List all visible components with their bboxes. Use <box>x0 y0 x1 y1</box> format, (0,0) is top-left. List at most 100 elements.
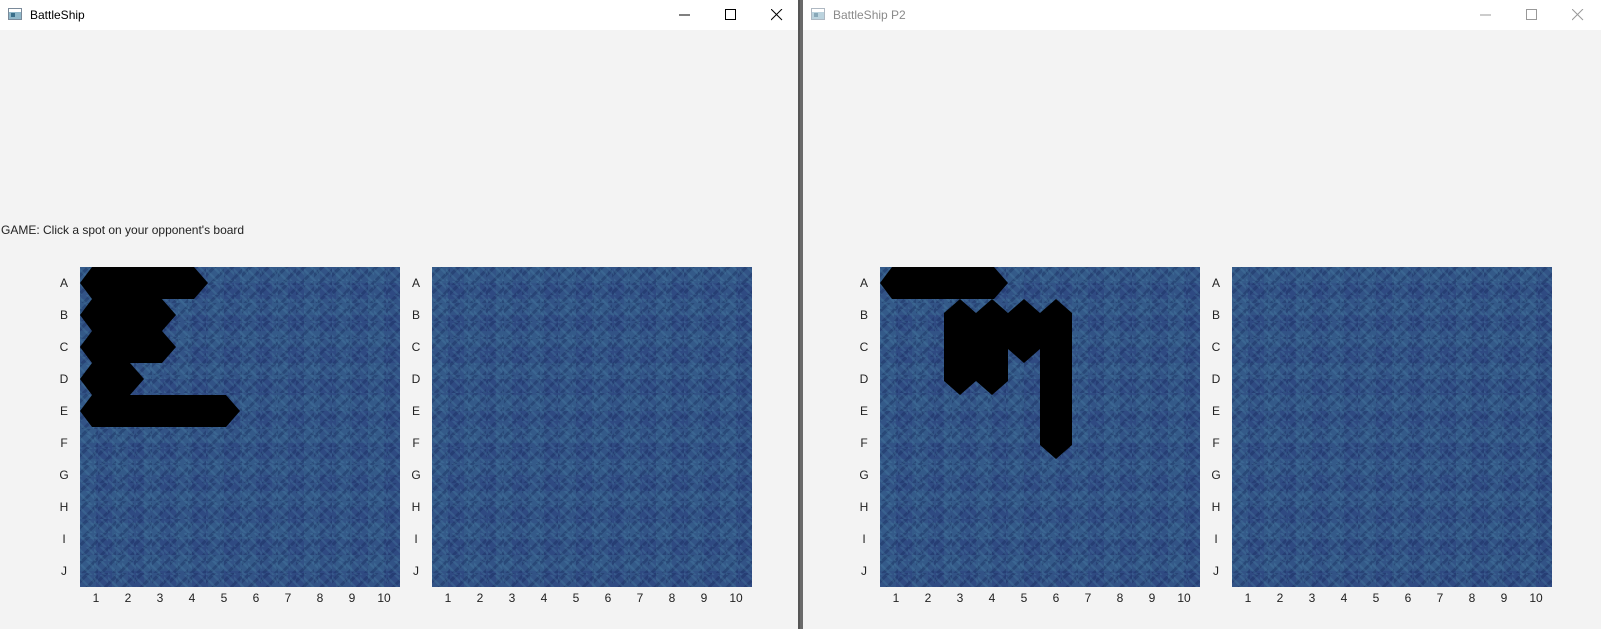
ship <box>880 267 1008 299</box>
col-label: 6 <box>1052 591 1060 605</box>
row-label: F <box>860 436 868 450</box>
col-label: 7 <box>636 591 644 605</box>
col-label: 5 <box>220 591 228 605</box>
col-label: 3 <box>1308 591 1316 605</box>
row-label: J <box>1213 564 1219 578</box>
close-icon <box>1572 9 1584 21</box>
window-title: BattleShip P2 <box>833 8 906 22</box>
col-label: 8 <box>316 591 324 605</box>
row-label: D <box>859 372 869 386</box>
col-label: 1 <box>92 591 100 605</box>
col-label: 4 <box>540 591 548 605</box>
row-label: I <box>62 532 66 546</box>
row-label: J <box>861 564 867 578</box>
close-button[interactable] <box>1555 0 1601 30</box>
col-label: 4 <box>188 591 196 605</box>
row-label: F <box>412 436 420 450</box>
maximize-icon <box>1526 9 1537 20</box>
row-label: J <box>413 564 419 578</box>
ship <box>80 267 208 299</box>
col-label: 4 <box>1340 591 1348 605</box>
col-label: 2 <box>476 591 484 605</box>
row-label: C <box>1211 340 1221 354</box>
col-label: 1 <box>892 591 900 605</box>
own-board[interactable] <box>880 267 1200 587</box>
col-label: 3 <box>956 591 964 605</box>
col-label: 8 <box>1116 591 1124 605</box>
row-label: I <box>414 532 418 546</box>
row-label: E <box>59 404 68 418</box>
ship <box>80 331 176 363</box>
ship <box>80 299 176 331</box>
col-label: 4 <box>988 591 996 605</box>
maximize-button[interactable] <box>708 0 754 30</box>
row-label: G <box>859 468 869 482</box>
row-label: A <box>411 276 420 290</box>
row-label: A <box>859 276 868 290</box>
ship <box>1008 299 1040 363</box>
col-label: 9 <box>348 591 356 605</box>
col-label: 10 <box>377 591 391 605</box>
ship <box>944 299 976 395</box>
col-label: 1 <box>1244 591 1252 605</box>
col-label: 1 <box>444 591 452 605</box>
opponent-board[interactable] <box>1232 267 1552 587</box>
row-label: B <box>411 308 420 322</box>
close-icon <box>771 9 783 21</box>
row-label: D <box>1211 372 1221 386</box>
col-label: 10 <box>1177 591 1191 605</box>
col-label: 10 <box>729 591 743 605</box>
ship <box>80 395 240 427</box>
row-label: F <box>1212 436 1220 450</box>
col-label: 9 <box>700 591 708 605</box>
col-label: 7 <box>1084 591 1092 605</box>
maximize-button[interactable] <box>1509 0 1555 30</box>
row-label: B <box>59 308 68 322</box>
app-icon <box>811 8 825 20</box>
minimize-icon <box>679 14 690 16</box>
col-label: 9 <box>1148 591 1156 605</box>
col-label: 2 <box>124 591 132 605</box>
app-icon <box>8 8 22 20</box>
minimize-button[interactable] <box>1463 0 1509 30</box>
title-bar[interactable]: BattleShip P2 <box>803 0 1601 30</box>
row-label: H <box>59 500 69 514</box>
close-button[interactable] <box>754 0 798 30</box>
col-label: 8 <box>1468 591 1476 605</box>
col-label: 3 <box>156 591 164 605</box>
row-label: B <box>859 308 868 322</box>
title-bar[interactable]: BattleShip <box>0 0 798 30</box>
col-label: 5 <box>572 591 580 605</box>
row-label: E <box>1211 404 1220 418</box>
col-label: 2 <box>1276 591 1284 605</box>
row-label: D <box>59 372 69 386</box>
ship <box>976 299 1008 395</box>
opponent-board[interactable] <box>432 267 752 587</box>
row-label: D <box>411 372 421 386</box>
maximize-icon <box>725 9 736 20</box>
row-label: E <box>411 404 420 418</box>
col-label: 2 <box>924 591 932 605</box>
row-label: C <box>411 340 421 354</box>
row-label: A <box>59 276 68 290</box>
row-label: G <box>59 468 69 482</box>
col-label: 6 <box>252 591 260 605</box>
col-label: 6 <box>604 591 612 605</box>
own-board[interactable] <box>80 267 400 587</box>
window-title: BattleShip <box>30 8 85 22</box>
col-label: 6 <box>1404 591 1412 605</box>
minimize-icon <box>1480 14 1491 16</box>
col-label: 3 <box>508 591 516 605</box>
row-label: H <box>411 500 421 514</box>
col-label: 10 <box>1529 591 1543 605</box>
row-label: C <box>59 340 69 354</box>
row-label: I <box>1214 532 1218 546</box>
row-label: G <box>1211 468 1221 482</box>
minimize-button[interactable] <box>662 0 708 30</box>
row-label: G <box>411 468 421 482</box>
col-label: 9 <box>1500 591 1508 605</box>
row-label: F <box>60 436 68 450</box>
game-status: GAME: Click a spot on your opponent's bo… <box>1 223 245 237</box>
col-label: 8 <box>668 591 676 605</box>
col-label: 5 <box>1372 591 1380 605</box>
